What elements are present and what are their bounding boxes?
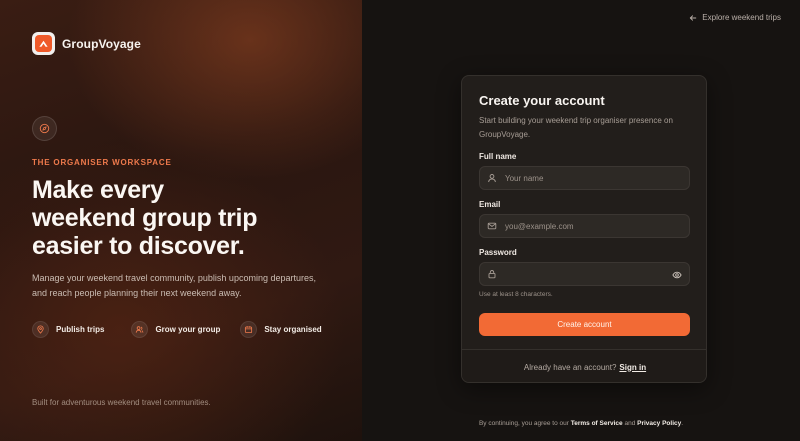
- auth-panel: Explore weekend trips Create your accoun…: [362, 0, 800, 441]
- password-hint: Use at least 8 characters.: [479, 291, 553, 298]
- legal-prefix: By continuing, you agree to our: [478, 420, 569, 427]
- password-input[interactable]: [505, 269, 665, 279]
- hero-title: Make every weekend group trip easier to …: [32, 176, 332, 260]
- lock-icon: [486, 268, 498, 280]
- hero-panel: GroupVoyage THE ORGANISER WORKSPACE Make…: [0, 0, 362, 441]
- arrow-left-icon: [690, 14, 697, 21]
- explore-trips-link[interactable]: Explore weekend trips: [689, 13, 781, 22]
- feature-label: Publish trips: [56, 325, 105, 334]
- legal-suffix: .: [681, 420, 684, 427]
- feature-publish-trips: Publish trips: [32, 321, 104, 338]
- email-input[interactable]: [505, 221, 665, 231]
- hero-title-line: weekend group trip: [32, 204, 258, 232]
- create-account-button[interactable]: Create account: [479, 313, 690, 336]
- explore-trips-label: Explore weekend trips: [702, 13, 781, 22]
- feature-list: Publish trips Grow your group Stay organ…: [32, 321, 322, 338]
- full-name-field-wrapper: [479, 166, 690, 190]
- hero-title-line: easier to discover.: [32, 232, 245, 260]
- compass-icon: [32, 116, 57, 141]
- hero-title-line: Make every: [32, 176, 164, 204]
- mountain-icon: [39, 40, 48, 47]
- signin-link[interactable]: Sign in: [619, 363, 646, 372]
- email-label: Email: [479, 200, 501, 209]
- user-icon: [486, 172, 498, 184]
- form-title: Create your account: [479, 93, 605, 108]
- privacy-link[interactable]: Privacy Policy: [637, 420, 681, 427]
- mail-icon: [486, 220, 498, 232]
- legal-and: and: [624, 420, 636, 427]
- legal-notice: By continuing, you agree to our Terms of…: [362, 420, 800, 427]
- signup-card: Create your account Start building your …: [461, 75, 707, 383]
- feature-stay-organised: Stay organised: [240, 321, 322, 338]
- hero-description: Manage your weekend travel community, pu…: [32, 273, 316, 298]
- calendar-icon: [240, 321, 258, 338]
- map-pin-icon: [32, 321, 49, 338]
- eyebrow: THE ORGANISER WORKSPACE: [32, 158, 172, 167]
- brand-name: GroupVoyage: [62, 36, 141, 51]
- brand[interactable]: GroupVoyage: [32, 32, 141, 55]
- terms-link[interactable]: Terms of Service: [571, 420, 623, 427]
- form-subtitle: Start building your weekend trip organis…: [479, 116, 673, 139]
- password-label: Password: [479, 248, 517, 257]
- feature-label: Stay organised: [264, 325, 322, 334]
- full-name-input[interactable]: [505, 173, 665, 183]
- hero-footer: Built for adventurous weekend travel com…: [32, 398, 211, 407]
- feature-label: Grow your group: [155, 325, 221, 334]
- feature-grow-group: Grow your group: [131, 321, 220, 338]
- full-name-label: Full name: [479, 152, 517, 161]
- signin-row: Already have an account? Sign in: [462, 349, 706, 382]
- users-icon: [131, 321, 149, 338]
- eye-icon[interactable]: [671, 269, 683, 281]
- email-field-wrapper: [479, 214, 690, 238]
- brand-logo: [32, 32, 55, 55]
- password-field-wrapper: [479, 262, 690, 286]
- signin-prompt: Already have an account?: [523, 362, 617, 372]
